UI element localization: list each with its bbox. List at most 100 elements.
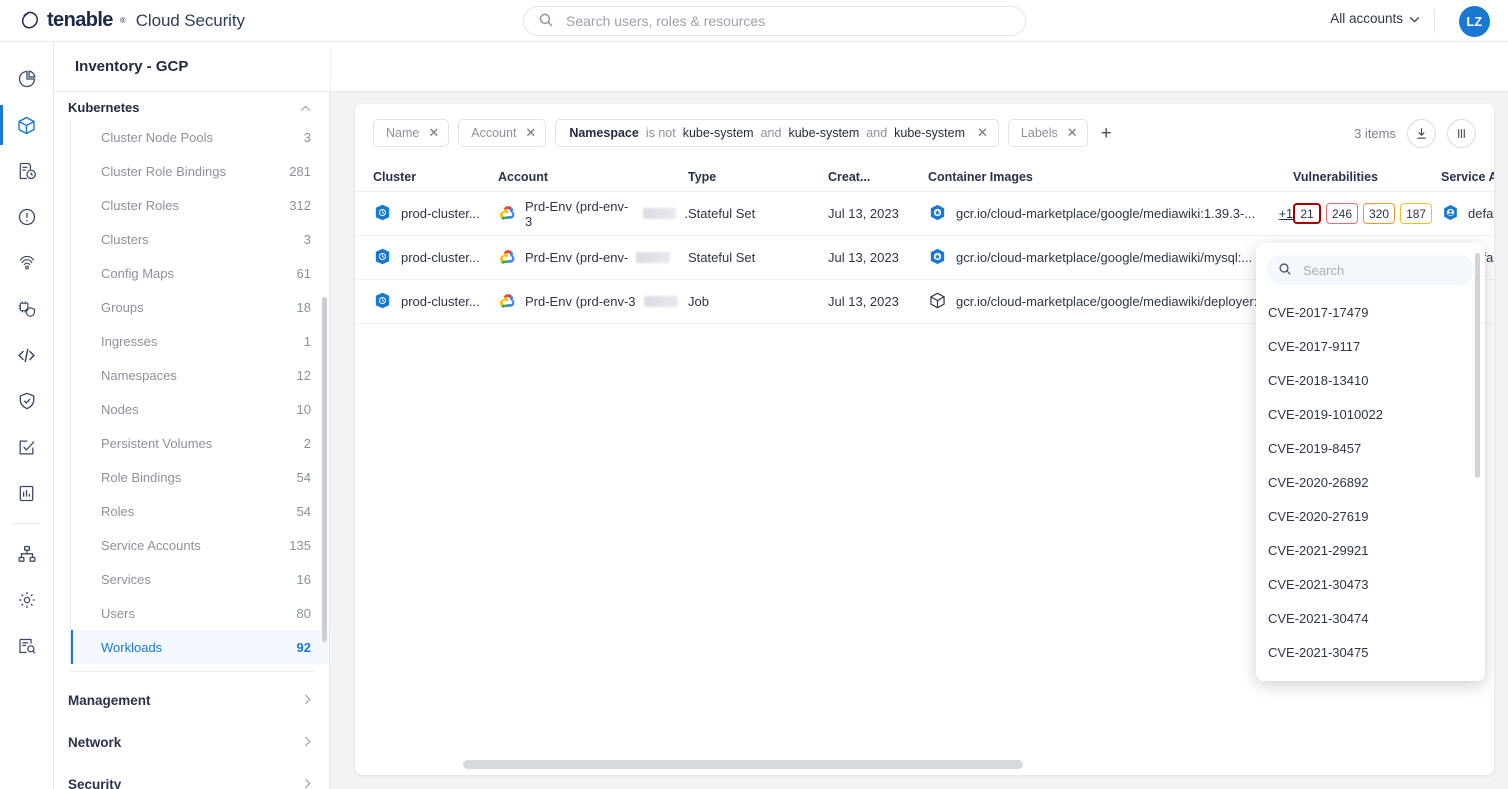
google-cloud-icon bbox=[498, 291, 517, 313]
filter-chip-labels[interactable]: Labels ✕ bbox=[1008, 119, 1088, 147]
sidebar-item-cluster-node-pools[interactable]: Cluster Node Pools3 bbox=[71, 120, 329, 154]
cell-cluster[interactable]: prod-cluster... bbox=[373, 291, 498, 313]
cell-account[interactable]: Prd-Env (prd-env-3. bbox=[498, 199, 688, 229]
vulnerability-list-item[interactable]: CVE-2020-27619 bbox=[1256, 499, 1485, 533]
sidebar-item-namespaces[interactable]: Namespaces12 bbox=[71, 358, 329, 392]
vulnerability-list-item[interactable]: CVE-2021-30474 bbox=[1256, 601, 1485, 635]
sidebar-scrollbar[interactable] bbox=[322, 297, 327, 642]
sidebar-item-ingresses[interactable]: Ingresses1 bbox=[71, 324, 329, 358]
rail-item-compliance[interactable] bbox=[0, 378, 54, 424]
nav-group-kubernetes[interactable]: Kubernetes bbox=[54, 94, 329, 120]
rail-item-tasks[interactable] bbox=[0, 424, 54, 470]
sidebar-item-roles[interactable]: Roles54 bbox=[71, 494, 329, 528]
vulnerability-list-item[interactable]: CVE-2021-30473 bbox=[1256, 567, 1485, 601]
container-images-more[interactable]: +1 bbox=[1279, 207, 1293, 221]
vulnerability-search[interactable] bbox=[1266, 255, 1475, 285]
vulnerability-list-item[interactable]: CVE-2019-1010022 bbox=[1256, 397, 1485, 431]
sidebar-item-service-accounts[interactable]: Service Accounts135 bbox=[71, 528, 329, 562]
rail-item-audit[interactable] bbox=[0, 623, 54, 669]
sidebar-item-users[interactable]: Users80 bbox=[71, 596, 329, 630]
column-header-service-account[interactable]: Service Account bbox=[1441, 170, 1494, 184]
rail-item-findings[interactable] bbox=[0, 194, 54, 240]
cell-container-images[interactable]: gcr.io/cloud-marketplace/google/mediawik… bbox=[928, 203, 1293, 225]
cell-cluster[interactable]: prod-cluster... bbox=[373, 247, 498, 269]
sidebar-item-clusters[interactable]: Clusters3 bbox=[71, 222, 329, 256]
account-selector[interactable]: All accounts bbox=[1330, 11, 1420, 26]
sidebar-group-management[interactable]: Management bbox=[54, 679, 329, 721]
cell-service-account[interactable]: default | default bbox=[1441, 203, 1494, 225]
close-icon[interactable]: ✕ bbox=[1067, 125, 1078, 141]
rail-item-inventory[interactable] bbox=[0, 102, 54, 148]
vulnerability-list-item[interactable]: CVE-2020-26892 bbox=[1256, 465, 1485, 499]
shield-check-icon bbox=[17, 391, 37, 411]
rail-item-identity[interactable] bbox=[0, 240, 54, 286]
cell-container-images[interactable]: gcr.io/cloud-marketplace/google/mediawik… bbox=[928, 247, 1293, 269]
sidebar-item-workloads[interactable]: Workloads92 bbox=[71, 630, 329, 664]
close-icon[interactable]: ✕ bbox=[977, 125, 988, 141]
rail-item-workload-protection[interactable] bbox=[0, 286, 54, 332]
column-header-created[interactable]: Creat... bbox=[828, 170, 928, 184]
sidebar-group-network[interactable]: Network bbox=[54, 721, 329, 763]
sidebar-item-cluster-role-bindings[interactable]: Cluster Role Bindings281 bbox=[71, 154, 329, 188]
horizontal-scrollbar-track[interactable] bbox=[355, 760, 1494, 769]
rail-item-dashboard[interactable] bbox=[0, 56, 54, 102]
account-selector-label: All accounts bbox=[1330, 11, 1403, 26]
column-header-container-images[interactable]: Container Images bbox=[928, 170, 1293, 184]
column-header-cluster[interactable]: Cluster bbox=[373, 170, 498, 184]
sidebar-item-role-bindings[interactable]: Role Bindings54 bbox=[71, 460, 329, 494]
sidebar-item-cluster-roles[interactable]: Cluster Roles312 bbox=[71, 188, 329, 222]
rail-item-settings[interactable] bbox=[0, 577, 54, 623]
sidebar-item-count: 3 bbox=[304, 232, 311, 247]
cell-account[interactable]: Prd-Env (prd-env- bbox=[498, 247, 688, 269]
close-icon[interactable]: ✕ bbox=[525, 125, 536, 141]
sidebar-item-services[interactable]: Services16 bbox=[71, 562, 329, 596]
filter-chip-name[interactable]: Name ✕ bbox=[373, 119, 449, 147]
rail-item-analytics[interactable] bbox=[0, 470, 54, 516]
vulnerability-list-item[interactable]: CVE-2022-23901 bbox=[1256, 669, 1485, 681]
sidebar-item-persistent-volumes[interactable]: Persistent Volumes2 bbox=[71, 426, 329, 460]
brand-logo[interactable]: tenable® Cloud Security bbox=[0, 9, 245, 32]
vulnerability-list-item[interactable]: CVE-2018-13410 bbox=[1256, 363, 1485, 397]
vulnerability-badge-high[interactable]: 246 bbox=[1326, 203, 1358, 224]
vulnerability-search-input[interactable] bbox=[1301, 262, 1463, 279]
column-header-type[interactable]: Type bbox=[688, 170, 828, 184]
reports-icon bbox=[17, 161, 37, 181]
vulnerability-list-item[interactable]: CVE-2017-17479 bbox=[1256, 295, 1485, 329]
add-filter-button[interactable]: + bbox=[1097, 124, 1116, 143]
cell-account[interactable]: Prd-Env (prd-env-3 bbox=[498, 291, 688, 313]
sidebar-group-security[interactable]: Security bbox=[54, 763, 329, 789]
global-search[interactable] bbox=[523, 6, 1026, 36]
rail-item-topology[interactable] bbox=[0, 531, 54, 577]
column-header-account[interactable]: Account bbox=[498, 170, 688, 184]
close-icon[interactable]: ✕ bbox=[428, 125, 439, 141]
sidebar-item-nodes[interactable]: Nodes10 bbox=[71, 392, 329, 426]
filter-chip-account[interactable]: Account ✕ bbox=[458, 119, 546, 147]
filter-chip-labels-label: Labels bbox=[1021, 126, 1058, 140]
cell-container-images[interactable]: gcr.io/cloud-marketplace/google/mediawik… bbox=[928, 291, 1293, 313]
avatar[interactable]: LZ bbox=[1459, 6, 1490, 37]
columns-button[interactable] bbox=[1447, 119, 1476, 148]
horizontal-scrollbar-thumb[interactable] bbox=[463, 760, 1023, 769]
filter-chip-namespace[interactable]: Namespace is not kube-system and kube-sy… bbox=[555, 119, 999, 147]
vulnerability-badge-critical[interactable]: 21 bbox=[1293, 203, 1321, 224]
rail-item-reports[interactable] bbox=[0, 148, 54, 194]
chevron-up-icon bbox=[300, 100, 311, 115]
table-row[interactable]: prod-cluster...Prd-Env (prd-env-3.Statef… bbox=[355, 192, 1494, 236]
vulnerability-list-item[interactable]: CVE-2017-9117 bbox=[1256, 329, 1485, 363]
vulnerability-list-scrollbar[interactable] bbox=[1475, 253, 1480, 478]
cell-cluster[interactable]: prod-cluster... bbox=[373, 203, 498, 225]
column-header-vulnerabilities[interactable]: Vulnerabilities bbox=[1293, 170, 1441, 184]
sidebar-item-groups[interactable]: Groups18 bbox=[71, 290, 329, 324]
vulnerability-list-item[interactable]: CVE-2021-29921 bbox=[1256, 533, 1485, 567]
rail-item-code-security[interactable] bbox=[0, 332, 54, 378]
vulnerability-badge-low[interactable]: 187 bbox=[1400, 203, 1432, 224]
search-input[interactable] bbox=[564, 12, 1011, 30]
vulnerability-badge-medium[interactable]: 320 bbox=[1363, 203, 1395, 224]
kubernetes-cluster-icon bbox=[373, 247, 392, 269]
download-button[interactable] bbox=[1407, 119, 1436, 148]
vulnerability-list-item[interactable]: CVE-2021-30475 bbox=[1256, 635, 1485, 669]
vulnerability-list-item[interactable]: CVE-2019-8457 bbox=[1256, 431, 1485, 465]
sidebar-item-label: Namespaces bbox=[101, 368, 177, 383]
sidebar-item-config-maps[interactable]: Config Maps61 bbox=[71, 256, 329, 290]
sidebar-item-label: Persistent Volumes bbox=[101, 436, 212, 451]
